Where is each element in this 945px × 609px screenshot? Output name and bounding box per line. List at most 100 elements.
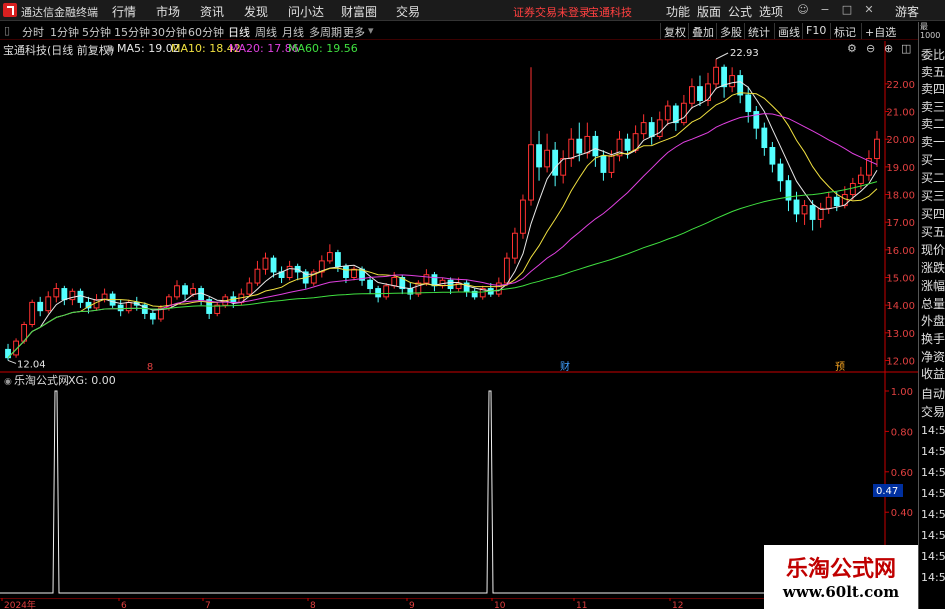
kline-chart[interactable]: 22.00 21.00 20.00 19.00 18.00 17.00 16.00 15.00…	[0, 41, 918, 373]
overlay-button[interactable]: 叠加	[688, 23, 717, 39]
menu-trade[interactable]: 交易	[396, 3, 420, 20]
candle-body	[53, 288, 60, 298]
x-tick-label: 8	[310, 601, 316, 609]
close-icon[interactable]: ✕	[862, 3, 876, 17]
draw-line-button[interactable]: 画线	[774, 23, 803, 39]
candle-body	[117, 304, 124, 312]
menu-bar: 通达信金融终端 行情 市场 资讯 发现 问小达 财富圈 交易 证券交易未登录 宝…	[0, 0, 945, 21]
minimize-icon[interactable]: −	[818, 3, 832, 17]
candle-body	[77, 290, 84, 303]
x-tick-label: 11	[576, 601, 587, 609]
period-tab[interactable]: 月线	[282, 24, 304, 40]
candle-body	[745, 94, 752, 113]
candle-body	[849, 182, 856, 196]
period-tab[interactable]: 分时	[22, 24, 44, 40]
candle-body	[536, 144, 542, 168]
quote-label: 收益	[921, 367, 945, 381]
trade-time: 14:56	[921, 508, 945, 521]
ma60-line	[7, 181, 878, 359]
menu-ask[interactable]: 问小达	[288, 3, 324, 20]
x-tick-label: 6	[121, 601, 127, 609]
zoom-out-icon[interactable]: ⊖	[866, 42, 875, 55]
multi-stock-button[interactable]: 多股	[716, 23, 745, 39]
x-tick-label: 10	[494, 601, 506, 609]
menu-wealth[interactable]: 财富圈	[341, 3, 377, 20]
zoom-in-icon[interactable]: ⊕	[884, 42, 893, 55]
period-tab[interactable]: 60分钟	[188, 24, 224, 40]
sub-settings-icon: ◉	[4, 377, 12, 387]
maximize-icon[interactable]: □	[840, 3, 854, 17]
candle-body	[857, 174, 864, 184]
candle-body	[246, 282, 253, 295]
menu-market[interactable]: 市场	[156, 3, 180, 20]
candle-body	[729, 75, 736, 88]
auto-trade-label[interactable]: 自动	[921, 385, 945, 402]
ma-settings-icon[interactable]: ◉	[105, 42, 115, 55]
user-label[interactable]: 游客	[895, 3, 919, 20]
candle-body	[149, 312, 156, 320]
period-tab[interactable]: 30分钟	[151, 24, 187, 40]
app-title: 通达信金融终端	[21, 6, 98, 19]
menu-function[interactable]: 功能	[666, 3, 690, 20]
period-tab[interactable]: 5分钟	[82, 24, 111, 40]
candle-body	[825, 196, 832, 209]
period-tab[interactable]: 周线	[255, 24, 277, 40]
auto-trade-label[interactable]: 交易	[921, 403, 945, 420]
candle-body	[817, 207, 824, 220]
quote-panel: 最 1000 委比 卖五 卖四 卖三 卖二 卖一 买一 买二 买三 买四 买五 现…	[918, 22, 945, 609]
candle-body	[608, 155, 615, 173]
quote-label: 净资	[921, 350, 945, 364]
candle-body	[511, 232, 518, 259]
quote-label: 卖一	[921, 135, 945, 149]
candle-body	[174, 285, 180, 298]
period-tab-active[interactable]: 日线	[228, 24, 250, 40]
quote-label: 买一	[921, 153, 945, 167]
period-tab-more[interactable]: 更多	[343, 24, 365, 40]
f10-button[interactable]: F10	[802, 23, 829, 39]
menu-quotes[interactable]: 行情	[112, 3, 136, 20]
candle-body	[262, 257, 269, 270]
add-watchlist-button[interactable]: +自选	[861, 23, 899, 39]
more-chevron-icon[interactable]: ▾	[368, 24, 374, 37]
candle-body	[45, 296, 52, 312]
collapse-icon[interactable]: ▯	[4, 24, 10, 37]
candle-body	[29, 301, 36, 326]
price-tick-label: 16.00	[886, 246, 915, 257]
trade-time: 14:56	[921, 445, 945, 458]
low-price-label: 12.04	[17, 359, 46, 370]
x-tick-label: 12	[672, 601, 683, 609]
period-tab[interactable]: 多周期	[309, 24, 342, 40]
info-icon[interactable]: ◫	[901, 42, 911, 55]
stats-button[interactable]: 统计	[744, 23, 773, 39]
menu-discover[interactable]: 发现	[244, 3, 268, 20]
period-tab[interactable]: 15分钟	[114, 24, 150, 40]
candle-body	[544, 149, 551, 168]
quote-label: 外盘	[921, 314, 945, 328]
quote-label: 现价	[921, 243, 945, 257]
menu-news[interactable]: 资讯	[200, 3, 224, 20]
quote-label: 买三	[921, 189, 945, 203]
candle-body	[576, 138, 583, 154]
account-icon[interactable]: ☺	[796, 3, 810, 17]
menu-layout[interactable]: 版面	[697, 3, 721, 20]
candle-body	[270, 257, 277, 273]
settings-gear-icon[interactable]: ⚙	[847, 42, 857, 55]
candle-body	[761, 127, 768, 149]
candle-body	[689, 86, 695, 104]
candle-body	[592, 135, 599, 157]
mark-button[interactable]: 标记	[830, 23, 859, 39]
candle-body	[326, 252, 333, 262]
candle-body	[833, 196, 840, 207]
panel-top-small: 最 1000	[920, 22, 941, 40]
candle-body	[423, 274, 430, 284]
trade-login-status[interactable]: 证券交易未登录	[513, 4, 590, 20]
watermark-title: 乐淘公式网	[785, 557, 896, 582]
menu-formula[interactable]: 公式	[728, 3, 752, 20]
adjust-button[interactable]: 复权	[660, 23, 689, 39]
candle-body	[648, 122, 655, 137]
quote-label: 卖二	[921, 117, 945, 131]
period-tab[interactable]: 1分钟	[50, 24, 79, 40]
menu-options[interactable]: 选项	[759, 3, 783, 20]
event-marker: 预	[835, 361, 845, 373]
candle-body	[391, 276, 398, 287]
